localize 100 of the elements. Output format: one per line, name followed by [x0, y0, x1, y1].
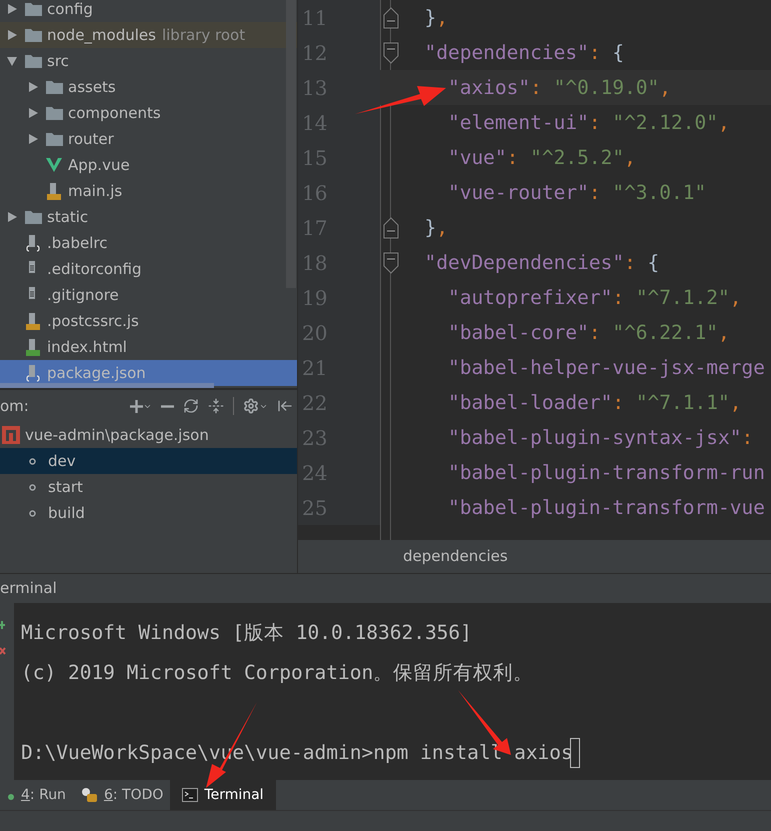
hide-icon [277, 398, 293, 414]
folder-icon [25, 210, 42, 224]
html-file-icon [25, 338, 41, 356]
tree-item[interactable]: index.html [0, 334, 297, 360]
tree-item[interactable]: .postcssrc.js [0, 308, 297, 334]
terminal-line: Microsoft Windows [版本 10.0.18362.356] [21, 620, 472, 646]
code-line: "autoprefixer": "^7.1.2", [446, 284, 742, 311]
bullet-icon [29, 484, 36, 490]
tree-item-label: index.html [47, 336, 127, 358]
tree-item[interactable]: config [0, 0, 297, 22]
tree-item[interactable]: App.vue [0, 152, 297, 178]
folder-icon [25, 54, 42, 68]
tree-item[interactable]: router [0, 126, 297, 152]
tree-item-label: src [47, 50, 69, 72]
tool-tab[interactable]: Terminal [170, 780, 276, 810]
collapsed-arrow-icon [27, 133, 39, 145]
script-item[interactable]: build [0, 500, 297, 526]
code-line: "devDependencies": { [423, 250, 660, 276]
breadcrumb[interactable]: dependencies [403, 545, 508, 568]
panel-title: erminal [0, 578, 57, 600]
tree-item-label: assets [68, 76, 116, 98]
v-logo-icon [46, 158, 62, 172]
script-label: start [48, 476, 83, 498]
tree-item[interactable]: assets [0, 74, 297, 100]
tree-item-label: .editorconfig [47, 258, 142, 280]
remove-icon [161, 404, 174, 408]
todo-icon [80, 787, 98, 803]
js-file-icon [25, 312, 41, 330]
tree-item[interactable]: components [0, 100, 297, 126]
package-label: vue-admin\package.json [25, 424, 209, 446]
tool-tab[interactable]: 6: TODO [72, 780, 170, 810]
tree-item-label: components [68, 102, 161, 124]
code-line: "babel-helper-vue-jsx-merge [446, 354, 765, 381]
code-line: }, [423, 214, 448, 241]
fold-marker-icon[interactable] [382, 42, 398, 64]
tree-item[interactable]: node_modules library root [0, 22, 297, 48]
refresh-icon [183, 398, 199, 414]
plus-icon[interactable] [0, 619, 6, 631]
folder-icon [25, 28, 42, 42]
tree-item-label: config [47, 0, 93, 20]
terminal-line: (c) 2019 Microsoft Corporation。保留所有权利。 [21, 660, 534, 686]
expanded-arrow-icon [6, 55, 18, 67]
tree-item-label: .babelrc [47, 232, 108, 254]
code-line: "babel-loader": "^7.1.1", [446, 390, 742, 416]
tree-item[interactable]: .gitignore [0, 282, 297, 308]
tree-item-note: library root [162, 24, 246, 46]
close-icon[interactable] [0, 645, 6, 657]
tree-item-label: node_modules [47, 24, 156, 46]
code-line: "babel-core": "^6.22.1", [446, 320, 730, 346]
script-label: build [48, 502, 85, 524]
code-line: "vue": "^2.5.2", [446, 144, 636, 171]
tree-item[interactable]: static [0, 204, 297, 230]
bullet-icon [29, 458, 36, 464]
js-file-icon [46, 182, 62, 200]
script-item[interactable]: start [0, 474, 297, 500]
panel-title: om: [0, 396, 29, 417]
code-line: "element-ui": "^2.12.0", [446, 110, 730, 136]
json-file-icon [25, 234, 41, 252]
collapsed-arrow-icon [27, 107, 39, 119]
code-line: }, [423, 4, 448, 31]
fold-marker-icon[interactable] [382, 252, 398, 274]
code-line: "axios": "^0.19.0", [446, 74, 672, 101]
folder-icon [46, 132, 63, 146]
tree-item[interactable]: main.js [0, 178, 297, 204]
text-cursor [570, 738, 580, 768]
tree-item-label: static [47, 206, 88, 228]
terminal-icon [182, 788, 198, 802]
tree-item[interactable]: .babelrc [0, 230, 297, 256]
tree-item-label: main.js [68, 180, 122, 202]
collapsed-arrow-icon [27, 81, 39, 93]
tree-item-label: .postcssrc.js [47, 310, 139, 332]
tool-tab[interactable]: 4: Run [0, 780, 73, 810]
code-line: "babel-plugin-transform-run [446, 460, 765, 486]
bullet-icon [29, 510, 36, 516]
collapse-icon [208, 398, 224, 414]
add-icon [130, 400, 143, 412]
json-file-icon [25, 364, 41, 382]
code-line: "babel-plugin-transform-vue [446, 494, 765, 521]
fold-marker-icon[interactable] [382, 216, 398, 238]
tree-item-label: .gitignore [47, 284, 119, 306]
horizontal-scrollbar[interactable] [0, 383, 214, 388]
tree-item-label: package.json [47, 362, 146, 384]
fold-marker-icon[interactable] [382, 6, 398, 28]
tree-item[interactable]: .editorconfig [0, 256, 297, 282]
vertical-scrollbar[interactable] [286, 0, 296, 288]
tree-item-label: App.vue [68, 154, 130, 176]
collapsed-arrow-icon [6, 3, 18, 15]
settings-icon [243, 398, 259, 414]
code-line: "dependencies": { [423, 40, 624, 66]
folder-icon [25, 2, 42, 16]
script-item[interactable]: dev [0, 448, 297, 474]
folder-icon [46, 106, 63, 120]
collapsed-arrow-icon [6, 211, 18, 223]
code-line: "babel-plugin-syntax-jsx": [446, 424, 754, 451]
tree-item[interactable]: src [0, 48, 297, 74]
tree-item-label: router [68, 128, 114, 150]
folder-icon [46, 80, 63, 94]
script-label: dev [48, 450, 76, 472]
collapsed-arrow-icon [6, 29, 18, 41]
code-line: "vue-router": "^3.0.1" [446, 180, 706, 206]
